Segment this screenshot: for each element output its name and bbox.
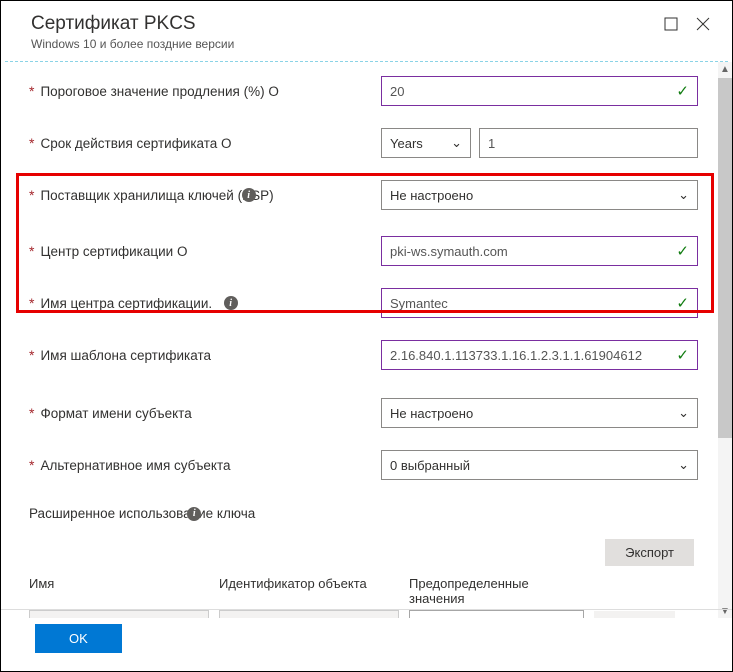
page-title: Сертификат PKCS <box>31 13 234 35</box>
san-select[interactable]: 0 выбранный ⌄ <box>381 450 698 480</box>
label-subject-format: Формат имени субъекта <box>40 406 191 421</box>
validity-unit-value: Years <box>390 136 423 151</box>
info-icon[interactable]: i <box>224 296 238 310</box>
label-ksp: Поставщик хранилища ключей (KSP) <box>40 188 273 203</box>
subject-format-value: Не настроено <box>390 406 473 421</box>
ksp-select[interactable]: Не настроено ⌄ <box>381 180 698 210</box>
required-marker: * <box>29 347 34 363</box>
label-template: Имя шаблона сертификата <box>40 348 211 363</box>
restore-icon[interactable] <box>662 15 680 33</box>
scroll-up-icon[interactable]: ▲ <box>718 62 732 76</box>
col-header-name: Имя <box>29 576 209 606</box>
chevron-down-icon: ⌄ <box>678 187 689 203</box>
ca-input[interactable]: ✓ <box>381 236 698 266</box>
required-marker: * <box>29 405 34 421</box>
threshold-input[interactable]: ✓ <box>381 76 698 106</box>
check-icon: ✓ <box>676 346 689 364</box>
label-ca-name: Имя центра сертификации. <box>40 296 212 311</box>
template-input[interactable]: ✓ <box>381 340 698 370</box>
label-eku: Расширенное использование ключа <box>29 506 255 521</box>
chevron-down-icon: ⌄ <box>678 457 689 473</box>
required-marker: * <box>29 187 34 203</box>
chevron-down-icon: ⌄ <box>451 135 462 151</box>
required-marker: * <box>29 135 34 151</box>
required-marker: * <box>29 83 34 99</box>
ok-button[interactable]: OK <box>35 624 122 653</box>
page-subtitle: Windows 10 и более поздние версии <box>31 37 234 51</box>
check-icon: ✓ <box>676 242 689 260</box>
label-validity: Срок действия сертификата О <box>40 136 231 151</box>
check-icon: ✓ <box>676 82 689 100</box>
export-button[interactable]: Экспорт <box>605 539 694 566</box>
scrollbar-thumb[interactable] <box>718 78 732 438</box>
info-icon[interactable]: i <box>242 188 256 202</box>
close-icon[interactable] <box>694 15 712 33</box>
label-threshold: Пороговое значение продления (%) О <box>40 84 278 99</box>
col-header-predefined: Предопределенные значения <box>409 576 584 606</box>
required-marker: * <box>29 295 34 311</box>
scrollbar[interactable]: ▲ ▼ <box>718 62 732 618</box>
label-san: Альтернативное имя субъекта <box>40 458 230 473</box>
required-marker: * <box>29 243 34 259</box>
label-ca: Центр сертификации О <box>40 244 187 259</box>
ca-name-input[interactable]: ✓ <box>381 288 698 318</box>
san-value: 0 выбранный <box>390 458 470 473</box>
chevron-down-icon: ⌄ <box>678 405 689 421</box>
required-marker: * <box>29 457 34 473</box>
check-icon: ✓ <box>676 294 689 312</box>
info-icon[interactable]: i <box>187 507 201 521</box>
ksp-value: Не настроено <box>390 188 473 203</box>
validity-value-input[interactable] <box>479 128 698 158</box>
validity-unit-select[interactable]: Years ⌄ <box>381 128 471 158</box>
subject-format-select[interactable]: Не настроено ⌄ <box>381 398 698 428</box>
col-header-objectid: Идентификатор объекта <box>219 576 399 606</box>
